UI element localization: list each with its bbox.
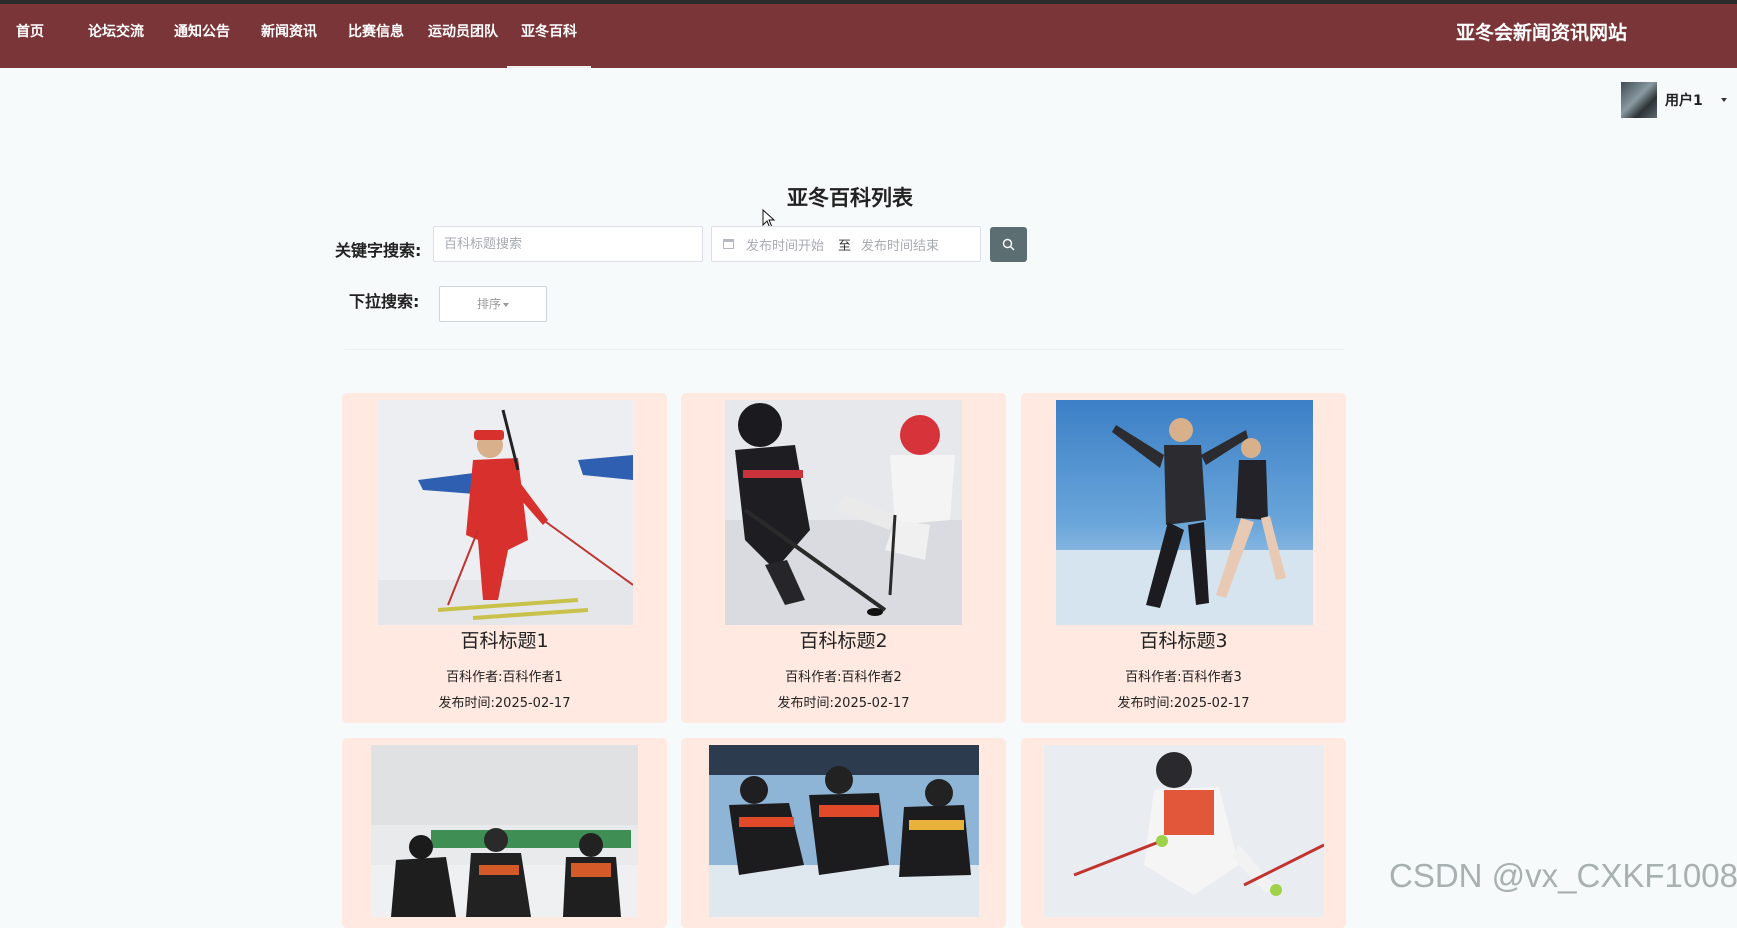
keyword-search-label: 关键字搜索: xyxy=(335,241,422,260)
nav-item-matches[interactable]: 比赛信息 xyxy=(348,4,404,68)
date-range-picker[interactable]: 发布时间开始 至 发布时间结束 xyxy=(711,226,981,262)
sort-dropdown[interactable]: 排序 xyxy=(439,286,547,322)
divider xyxy=(345,349,1345,350)
card-date: 发布时间:2025-02-17 xyxy=(777,696,910,711)
figure-skating-pair-photo[interactable] xyxy=(1056,400,1313,625)
card-author: 百科作者:百科作者3 xyxy=(1125,670,1242,685)
nav-item-encyclopedia[interactable]: 亚冬百科 xyxy=(507,4,591,68)
nav-item-athletes[interactable]: 运动员团队 xyxy=(428,4,498,68)
date-range-separator: 至 xyxy=(838,238,852,254)
nav-item-home[interactable]: 首页 xyxy=(16,4,44,68)
encyclopedia-card[interactable]: 百科标题3 百科作者:百科作者3 发布时间:2025-02-17 xyxy=(1021,393,1346,723)
encyclopedia-card[interactable] xyxy=(681,738,1006,928)
card-title: 百科标题3 xyxy=(1139,630,1228,652)
card-date: 发布时间:2025-02-17 xyxy=(1117,696,1250,711)
sort-dropdown-label: 排序 xyxy=(476,297,501,311)
page-title: 亚冬百科列表 xyxy=(787,186,913,210)
caret-down-icon xyxy=(1720,98,1727,102)
site-title: 亚冬会新闻资讯网站 xyxy=(1455,22,1627,44)
dropdown-search-label: 下拉搜索: xyxy=(349,292,420,311)
ice-hockey-game-photo[interactable] xyxy=(371,745,638,917)
card-author: 百科作者:百科作者1 xyxy=(446,670,563,685)
user-name: 用户1 xyxy=(1665,93,1703,109)
navbar: 首页 论坛交流 通知公告 新闻资讯 比赛信息 运动员团队 亚冬百科 亚冬会新闻资… xyxy=(0,4,1737,68)
card-author: 百科作者:百科作者2 xyxy=(785,670,902,685)
watermark: CSDN @vx_CXKF10088 xyxy=(1389,857,1737,894)
alpine-skier-photo[interactable] xyxy=(1044,745,1324,917)
user-menu[interactable]: 用户1 xyxy=(1621,82,1727,118)
encyclopedia-card[interactable] xyxy=(342,738,667,928)
keyword-search-input[interactable] xyxy=(433,226,703,262)
encyclopedia-card[interactable] xyxy=(1021,738,1346,928)
card-title: 百科标题2 xyxy=(799,630,888,652)
biathlon-skier-photo[interactable] xyxy=(378,400,633,625)
card-title: 百科标题1 xyxy=(460,630,549,652)
ice-hockey-photo[interactable] xyxy=(725,400,962,625)
search-button[interactable] xyxy=(990,227,1027,262)
date-end-input[interactable]: 发布时间结束 xyxy=(861,235,939,254)
encyclopedia-card[interactable]: 百科标题2 百科作者:百科作者2 发布时间:2025-02-17 xyxy=(681,393,1006,723)
card-date: 发布时间:2025-02-17 xyxy=(438,696,571,711)
calendar-icon xyxy=(723,239,734,249)
encyclopedia-card[interactable]: 百科标题1 百科作者:百科作者1 发布时间:2025-02-17 xyxy=(342,393,667,723)
avatar[interactable] xyxy=(1621,82,1657,118)
search-icon xyxy=(1002,238,1015,251)
date-start-input[interactable]: 发布时间开始 xyxy=(746,235,826,254)
caret-down-icon xyxy=(503,302,509,307)
nav-item-news[interactable]: 新闻资讯 xyxy=(261,4,317,68)
nav-item-notices[interactable]: 通知公告 xyxy=(174,4,230,68)
short-track-speed-skating-photo[interactable] xyxy=(709,745,979,917)
nav-item-forum[interactable]: 论坛交流 xyxy=(88,4,144,68)
